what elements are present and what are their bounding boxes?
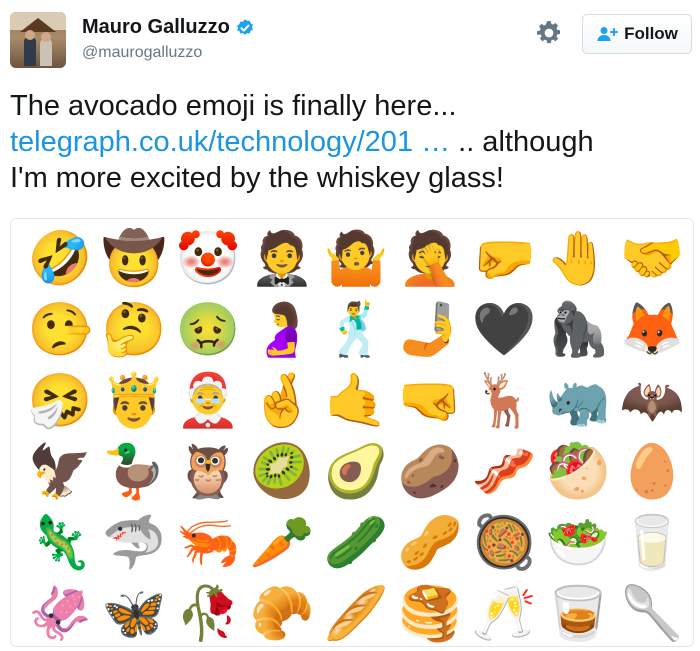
emoji-0-4: 🤷 [323,228,389,289]
follow-button[interactable]: Follow [582,14,692,54]
tweet-header: Mauro Galluzzo @maurogalluzzo Follow [10,10,692,74]
emoji-0-2: 🤡 [175,228,241,289]
emoji-1-5: 🤳 [397,299,463,360]
emoji-3-7: 🥙 [545,441,611,502]
emoji-grid: 🤣 🤠 🤡 🤵 🤷 🤦 🤛 🤚 🤝 🤥 🤔 🤢 🤰 🕺 🤳 🖤 🦍 🦊 🤧 🤴 🤶 🤞 🤙 🤜 🦌 🦏 🦇 🦅 🦆 🦉 🥝 🥑 🥔 🥓 🥙 🥚 🦎 🦈 🦐 🥕… [23,223,689,646]
emoji-0-5: 🤦 [397,228,463,289]
emoji-4-0: 🦎 [27,512,93,573]
emoji-2-7: 🦏 [545,370,611,431]
emoji-5-6: 🥂 [471,583,537,644]
author-name-row[interactable]: Mauro Galluzzo [82,16,255,39]
emoji-5-1: 🦋 [101,583,167,644]
verified-badge-icon [236,18,253,35]
emoji-0-7: 🤚 [545,228,611,289]
emoji-5-3: 🥐 [249,583,315,644]
emoji-3-0: 🦅 [27,441,93,502]
emoji-4-4: 🥒 [323,512,389,573]
emoji-3-4: 🥑 [323,441,389,502]
emoji-1-1: 🤔 [101,299,167,360]
emoji-1-4: 🕺 [323,299,389,360]
emoji-4-7: 🥗 [545,512,611,573]
tweet-text: The avocado emoji is finally here... tel… [10,88,690,196]
tweet-line-2-tail: .. although [458,126,594,158]
emoji-1-8: 🦊 [619,299,685,360]
emoji-5-5: 🥞 [397,583,463,644]
emoji-2-4: 🤙 [323,370,389,431]
emoji-1-2: 🤢 [175,299,241,360]
emoji-2-0: 🤧 [27,370,93,431]
emoji-5-2: 🥀 [175,583,241,644]
display-name[interactable]: Mauro Galluzzo [82,16,230,39]
emoji-5-0: 🦑 [27,583,93,644]
emoji-3-3: 🥝 [249,441,315,502]
emoji-5-8: 🥄 [619,583,685,644]
emoji-4-3: 🥕 [249,512,315,573]
emoji-1-0: 🤥 [27,299,93,360]
tweet-link-ellipsis[interactable]: … [421,126,450,158]
emoji-3-5: 🥔 [397,441,463,502]
emoji-0-0: 🤣 [27,228,93,289]
emoji-1-3: 🤰 [249,299,315,360]
emoji-0-3: 🤵 [249,228,315,289]
emoji-2-3: 🤞 [249,370,315,431]
emoji-0-1: 🤠 [101,228,167,289]
emoji-5-7: 🥃 [545,583,611,644]
emoji-2-2: 🤶 [175,370,241,431]
emoji-3-2: 🦉 [175,441,241,502]
emoji-3-8: 🥚 [619,441,685,502]
emoji-4-8: 🥛 [619,512,685,573]
tweet-line-2: telegraph.co.uk/technology/201… .. altho… [10,124,690,160]
emoji-2-1: 🤴 [101,370,167,431]
tweet-media-image[interactable]: 🤣 🤠 🤡 🤵 🤷 🤦 🤛 🤚 🤝 🤥 🤔 🤢 🤰 🕺 🤳 🖤 🦍 🦊 🤧 🤴 🤶 🤞 🤙 🤜 🦌 🦏 🦇 🦅 🦆 🦉 🥝 🥑 🥔 🥓 🥙 🥚 🦎 🦈 🦐 🥕… [10,218,694,647]
emoji-4-2: 🦐 [175,512,241,573]
tweet-link[interactable]: telegraph.co.uk/technology/201 [10,126,413,158]
emoji-1-7: 🦍 [545,299,611,360]
emoji-4-6: 🥘 [471,512,537,573]
add-user-icon [597,27,619,41]
tweet-line-1: The avocado emoji is finally here... [10,90,457,122]
author-handle[interactable]: @maurogalluzzo [82,44,202,62]
emoji-4-1: 🦈 [101,512,167,573]
follow-label: Follow [624,24,678,43]
avatar[interactable] [10,12,66,68]
emoji-2-8: 🦇 [619,370,685,431]
emoji-2-6: 🦌 [471,370,537,431]
emoji-1-6: 🖤 [471,299,537,360]
emoji-3-6: 🥓 [471,441,537,502]
emoji-5-4: 🥖 [323,583,389,644]
tweet-line-3: I'm more excited by the whiskey glass! [10,162,504,194]
emoji-2-5: 🤜 [397,370,463,431]
emoji-3-1: 🦆 [101,441,167,502]
gear-icon[interactable] [536,20,562,46]
emoji-4-5: 🥜 [397,512,463,573]
emoji-0-8: 🤝 [619,228,685,289]
emoji-0-6: 🤛 [471,228,537,289]
